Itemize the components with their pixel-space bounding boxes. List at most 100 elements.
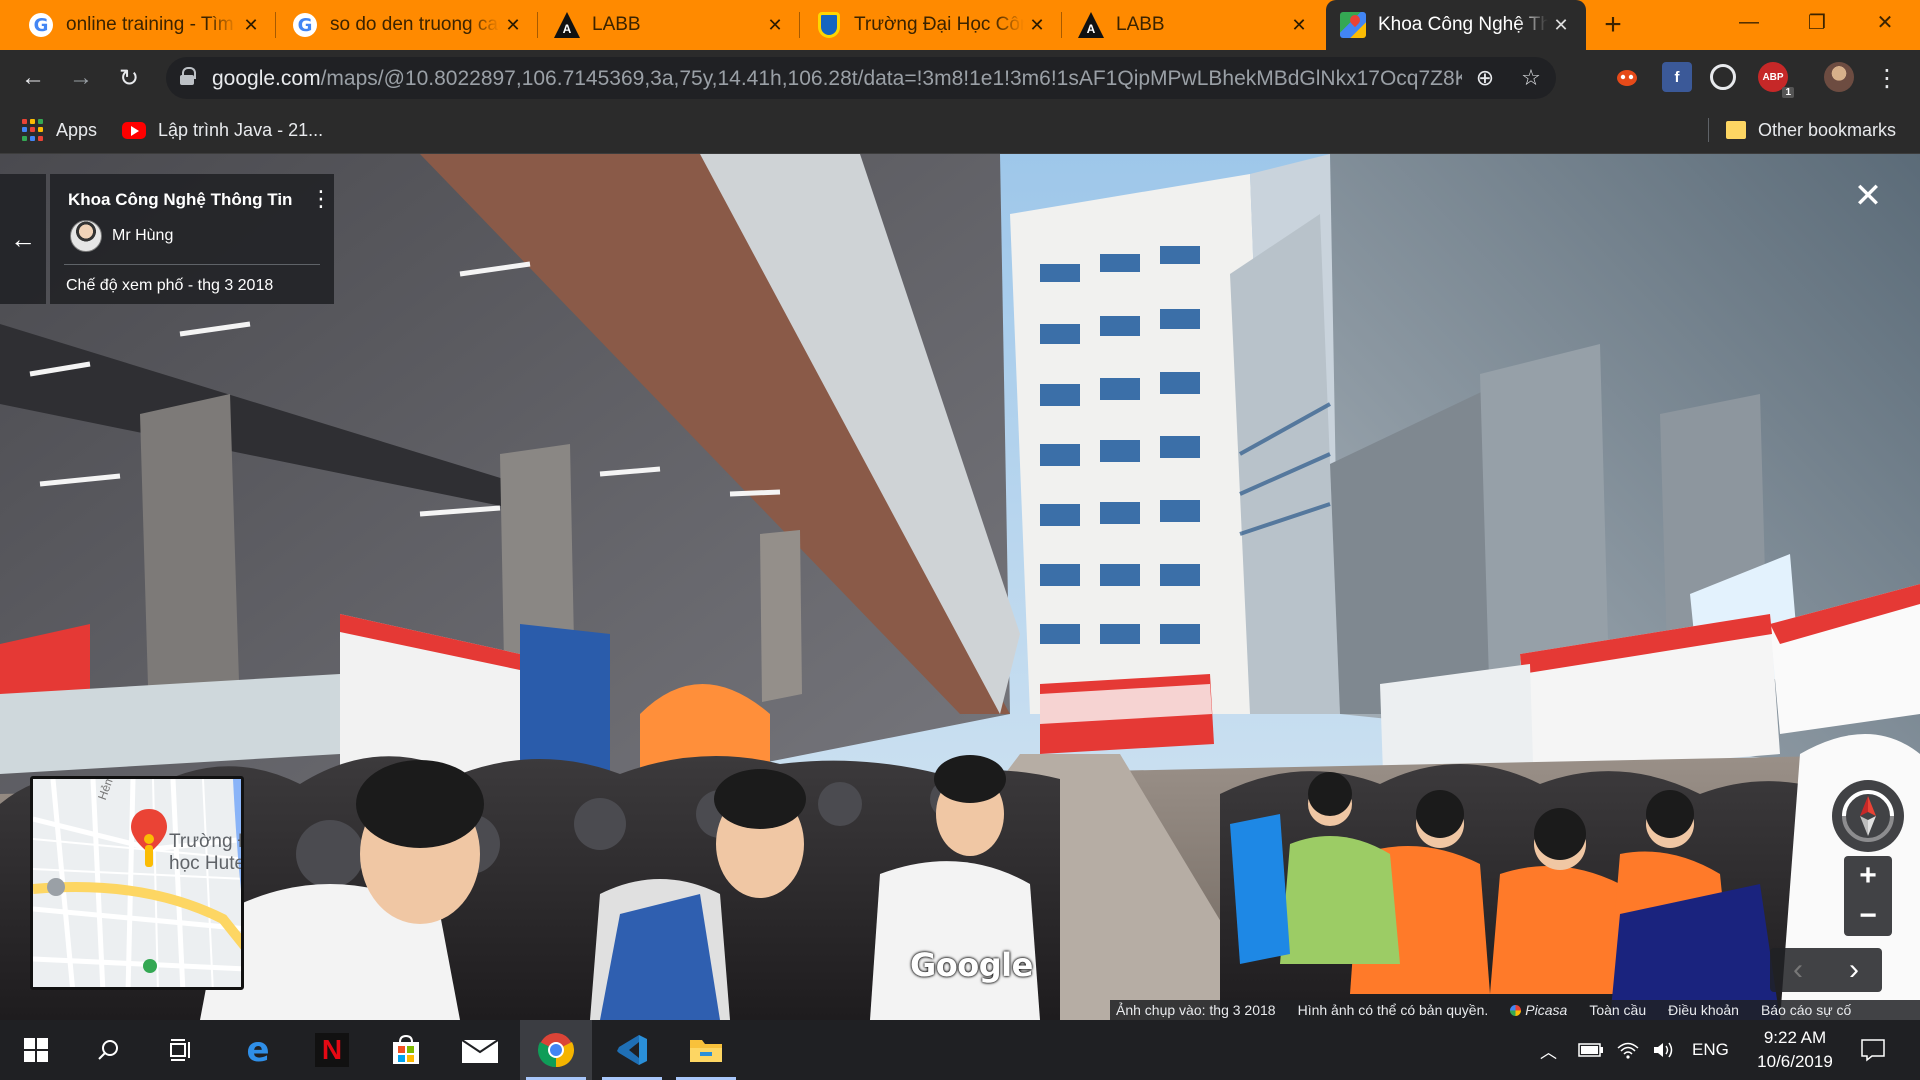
bookmark-label: Apps — [56, 119, 98, 140]
copyright-notice: Hình ảnh có thể có bản quyền. — [1297, 1002, 1489, 1018]
tab-close-icon[interactable]: ✕ — [1286, 12, 1312, 38]
tab-so-do[interactable]: G so do den truong cao ✕ — [276, 0, 538, 50]
minimap-label-line: Trường Đ — [169, 831, 244, 852]
tab-truong-dai-hoc[interactable]: Trường Đại Học Công ✕ — [800, 0, 1062, 50]
start-button[interactable] — [0, 1020, 72, 1080]
facebook-extension-icon[interactable]: f — [1662, 62, 1692, 92]
browser-toolbar: ← → ↻ google.com/maps/@10.8022897,106.71… — [0, 50, 1920, 106]
google-icon: G — [28, 12, 54, 38]
apps-grid-icon — [22, 119, 44, 141]
notification-icon — [1861, 1039, 1885, 1062]
author-avatar[interactable] — [70, 220, 102, 252]
tab-labb-2[interactable]: A LABB ✕ — [1062, 0, 1324, 50]
taskbar-netflix[interactable]: N — [296, 1020, 368, 1080]
chevron-up-icon: ︿ — [1540, 1042, 1557, 1062]
taskbar-file-explorer[interactable] — [670, 1020, 742, 1080]
show-hidden-icons-button[interactable]: ︿ — [1540, 1020, 1557, 1080]
clock-time: 9:22 AM — [1763, 1028, 1827, 1047]
more-options-icon[interactable]: ⋮ — [310, 188, 332, 210]
bookmark-other[interactable]: Other bookmarks — [1726, 106, 1896, 154]
compass-icon — [1842, 790, 1894, 842]
back-button[interactable]: ← — [16, 61, 50, 95]
mail-icon — [461, 1039, 499, 1063]
global-link[interactable]: Toàn cầu — [1589, 1002, 1646, 1018]
taskbar-edge[interactable]: e — [222, 1020, 294, 1080]
tab-close-icon[interactable]: ✕ — [500, 12, 526, 38]
address-bar[interactable]: google.com/maps/@10.8022897,106.7145369,… — [166, 57, 1556, 99]
forward-button[interactable]: → — [64, 61, 98, 95]
reload-button[interactable]: ↻ — [112, 61, 146, 95]
new-tab-button[interactable]: + — [1596, 8, 1630, 42]
zoom-out-button[interactable]: − — [1844, 896, 1892, 936]
tab-title: LABB — [1116, 14, 1165, 35]
menu-kebab-icon[interactable]: ⋮ — [1870, 61, 1904, 95]
url-host: google.com — [212, 67, 321, 90]
picasa-icon — [1510, 1004, 1522, 1016]
taskbar-vscode[interactable] — [596, 1020, 668, 1080]
tab-title: Trường Đại Học Công — [854, 14, 1024, 35]
volume-icon[interactable] — [1652, 1020, 1676, 1080]
bookmark-star-icon[interactable]: ☆ — [1514, 61, 1548, 95]
netflix-icon: N — [315, 1033, 349, 1067]
zoom-in-button[interactable]: + — [1844, 856, 1892, 896]
windows-taskbar: e N ︿ ENG 9:22 AM 10/6/2019 — [0, 1020, 1920, 1080]
folder-icon — [690, 1040, 722, 1062]
task-view-icon — [170, 1039, 190, 1061]
taskbar-store[interactable] — [370, 1020, 442, 1080]
bookmark-apps[interactable]: Apps — [22, 106, 97, 154]
task-view-button[interactable] — [144, 1020, 216, 1080]
youtube-icon — [122, 121, 146, 139]
windows-logo-icon — [24, 1038, 48, 1062]
author-name[interactable]: Mr Hùng — [112, 227, 173, 245]
restore-button[interactable]: ❐ — [1784, 0, 1850, 44]
tab-close-icon[interactable]: ✕ — [1024, 12, 1050, 38]
bookmarks-bar: Apps Lập trình Java - 21... Other bookma… — [0, 106, 1920, 154]
taskbar-mail[interactable] — [444, 1020, 516, 1080]
bookmark-lap-trinh-java[interactable]: Lập trình Java - 21... — [122, 106, 323, 154]
bookmark-label: Other bookmarks — [1758, 119, 1897, 140]
bookmark-label: Lập trình Java - 21... — [158, 119, 324, 140]
angular-icon: A — [1078, 12, 1104, 38]
extension-icon[interactable] — [1612, 62, 1642, 92]
tab-khoa-cntt[interactable]: Khoa Công Nghệ Thô ✕ — [1326, 0, 1586, 50]
tab-close-icon[interactable]: ✕ — [762, 12, 788, 38]
tab-online-training[interactable]: G online training - Tìm ✕ — [0, 0, 276, 50]
tab-title: LABB — [592, 14, 641, 35]
tab-close-icon[interactable]: ✕ — [238, 12, 264, 38]
picasa-label: Picasa — [1525, 1002, 1568, 1018]
adblock-plus-icon[interactable]: ABP 1 — [1758, 62, 1794, 98]
terms-link[interactable]: Điều khoản — [1668, 1002, 1739, 1018]
action-center-button[interactable] — [1860, 1020, 1886, 1080]
mini-map[interactable]: Hẻm 441 Trường Đhọc Hute — [30, 776, 244, 990]
minimap-label-line: học Hute — [169, 853, 244, 874]
tab-close-icon[interactable]: ✕ — [1548, 12, 1574, 38]
next-photo-button[interactable]: › — [1826, 948, 1882, 992]
tab-labb-1[interactable]: A LABB ✕ — [538, 0, 800, 50]
battery-icon[interactable] — [1578, 1020, 1604, 1080]
url-text[interactable]: google.com/maps/@10.8022897,106.7145369,… — [212, 67, 1462, 91]
taskbar-chrome[interactable] — [520, 1020, 592, 1080]
back-arrow-button[interactable]: ← — [0, 174, 46, 304]
google-icon: G — [292, 12, 318, 38]
google-watermark: Google — [910, 946, 1033, 984]
close-street-view-button[interactable]: ✕ — [1846, 174, 1890, 218]
compass-control[interactable] — [1832, 780, 1904, 852]
url-path: /maps/@10.8022897,106.7145369,3a,75y,14.… — [320, 67, 1462, 90]
profile-avatar[interactable] — [1824, 62, 1854, 92]
tab-title: so do den truong cao — [330, 14, 500, 35]
location-pin-icon — [131, 809, 167, 867]
place-title[interactable]: Khoa Công Nghệ Thông Tin — [68, 190, 292, 210]
close-window-button[interactable]: ✕ — [1852, 0, 1918, 44]
input-language-indicator[interactable]: ENG — [1692, 1020, 1729, 1080]
system-clock[interactable]: 9:22 AM 10/6/2019 — [1740, 1026, 1850, 1074]
sync-extension-icon[interactable] — [1710, 64, 1736, 90]
attribution-footer: Ảnh chụp vào: thg 3 2018 Hình ảnh có thể… — [1110, 1000, 1920, 1020]
minimize-button[interactable]: — — [1716, 0, 1782, 44]
search-button[interactable] — [72, 1020, 144, 1080]
picasa-link[interactable]: Picasa — [1510, 1002, 1567, 1018]
previous-photo-button[interactable]: ‹ — [1770, 948, 1826, 992]
report-problem-link[interactable]: Báo cáo sự cố — [1761, 1002, 1851, 1018]
street-view-panorama[interactable]: ← Khoa Công Nghệ Thông Tin ⋮ Mr Hùng Chế… — [0, 154, 1920, 1020]
install-app-icon[interactable]: ⊕ — [1468, 61, 1502, 95]
wifi-icon[interactable] — [1616, 1020, 1640, 1080]
